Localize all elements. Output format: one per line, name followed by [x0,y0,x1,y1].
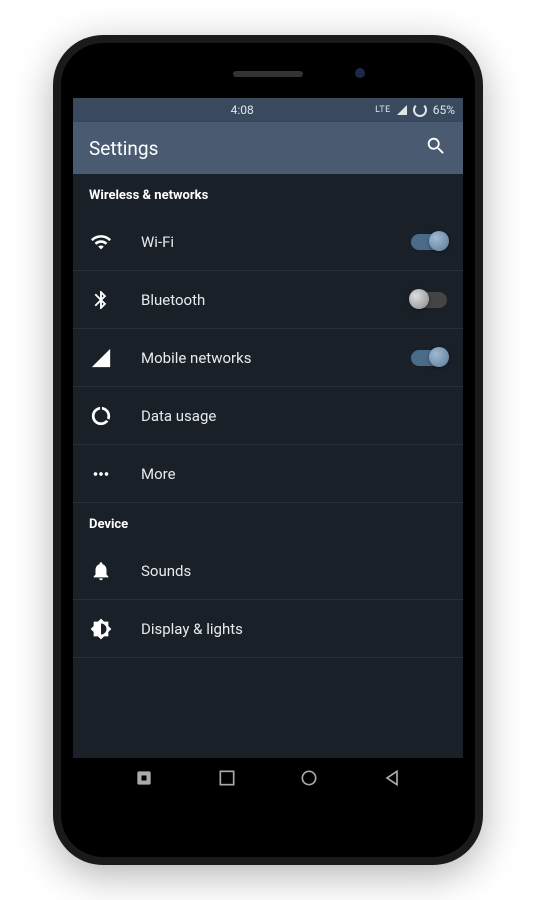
status-time: 4:08 [231,103,254,117]
search-icon [425,135,447,157]
status-bar[interactable]: 4:08 LTE 65% [73,98,463,122]
list-item-sounds[interactable]: Sounds [73,542,463,600]
list-item-data-usage[interactable]: Data usage [73,387,463,445]
search-button[interactable] [425,135,447,161]
bluetooth-label: Bluetooth [141,291,411,309]
bell-icon [89,559,113,583]
list-item-display[interactable]: Display & lights [73,600,463,658]
more-label: More [141,465,447,483]
display-label: Display & lights [141,620,447,638]
signal-icon [397,105,407,115]
nav-last-app-button[interactable] [134,768,154,792]
wifi-label: Wi-Fi [141,233,411,251]
sounds-label: Sounds [141,562,447,580]
page-title: Settings [89,137,425,160]
phone-bezel: 4:08 LTE 65% Settings Wireless & network… [61,43,475,857]
wifi-toggle[interactable] [411,234,447,250]
nav-home-button[interactable] [299,768,319,792]
data-usage-icon [89,404,113,428]
brightness-icon [89,617,113,641]
section-header-device: Device [73,503,463,542]
screen: 4:08 LTE 65% Settings Wireless & network… [73,98,463,802]
settings-list[interactable]: Wireless & networks Wi-Fi Bluetooth [73,174,463,758]
status-battery: 65% [433,103,455,117]
loading-icon [413,103,427,117]
bluetooth-toggle[interactable] [411,292,447,308]
section-header-wireless: Wireless & networks [73,174,463,213]
data-usage-label: Data usage [141,407,447,425]
mobile-label: Mobile networks [141,349,411,367]
list-item-more[interactable]: More [73,445,463,503]
wifi-icon [89,230,113,254]
list-item-wifi[interactable]: Wi-Fi [73,213,463,271]
phone-speaker [233,71,303,77]
navigation-bar [73,758,463,802]
nav-back-button[interactable] [382,768,402,792]
nav-recent-button[interactable] [217,768,237,792]
app-bar: Settings [73,122,463,174]
more-icon [89,462,113,486]
phone-camera [355,68,365,78]
list-item-mobile[interactable]: Mobile networks [73,329,463,387]
cellular-icon [89,346,113,370]
phone-frame: 4:08 LTE 65% Settings Wireless & network… [53,35,483,865]
mobile-toggle[interactable] [411,350,447,366]
status-network: LTE [375,105,391,115]
list-item-bluetooth[interactable]: Bluetooth [73,271,463,329]
bluetooth-icon [89,288,113,312]
